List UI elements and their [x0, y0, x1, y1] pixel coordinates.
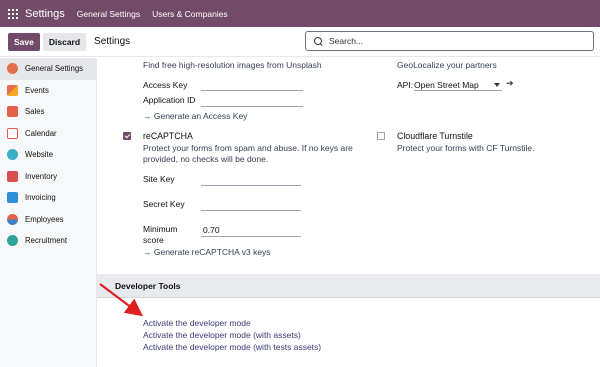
application-id-label: Application ID [143, 95, 196, 105]
sidebar-item-website[interactable]: Website [0, 144, 96, 166]
recaptcha-description-line2: provided, no checks will be done. [143, 154, 269, 164]
page-title: Settings [94, 36, 131, 47]
generate-access-key-link[interactable]: → Generate an Access Key [143, 111, 247, 121]
apps-grid-icon[interactable] [8, 8, 18, 19]
nav-users-companies[interactable]: Users & Companies [152, 9, 228, 19]
sidebar-item-general-settings[interactable]: General Settings [0, 58, 96, 80]
generate-recaptcha-keys-link[interactable]: → Generate reCAPTCHA v3 keys [143, 247, 271, 257]
access-key-label: Access Key [143, 80, 188, 90]
activate-developer-mode-assets-link[interactable]: Activate the developer mode (with assets… [143, 330, 301, 340]
inventory-icon [7, 170, 18, 182]
sidebar-item-label: Recruitment [25, 236, 68, 246]
recaptcha-title: reCAPTCHA [143, 131, 193, 141]
turnstile-checkbox[interactable] [377, 132, 385, 140]
top-navbar: Settings General Settings Users & Compan… [0, 0, 600, 27]
save-button[interactable]: Save [8, 32, 40, 51]
activate-developer-mode-tests-assets-link[interactable]: Activate the developer mode (with tests … [143, 342, 321, 352]
recaptcha-checkbox[interactable] [123, 132, 131, 140]
sidebar-item-label: Events [25, 85, 49, 95]
api-label: API: [397, 80, 414, 90]
sidebar-item-sales[interactable]: Sales [0, 101, 96, 123]
access-key-input[interactable] [201, 90, 303, 91]
search-placeholder: Search... [329, 36, 364, 46]
app-title[interactable]: Settings [25, 8, 65, 20]
sidebar-item-label: Sales [25, 107, 45, 117]
employees-icon [7, 213, 18, 225]
secret-key-label: Secret Key [143, 199, 185, 209]
sales-icon [7, 106, 18, 118]
general-settings-icon [7, 63, 18, 75]
sidebar-item-inventory[interactable]: Inventory [0, 166, 96, 188]
sidebar-item-label: Calendar [25, 128, 57, 138]
settings-main: Find free high-resolution images from Un… [97, 58, 600, 367]
turnstile-description: Protect your forms with CF Turnstile. [397, 143, 535, 153]
sidebar-item-recruitment[interactable]: Recruitment [0, 230, 96, 252]
application-id-input[interactable] [201, 106, 303, 107]
arrow-right-icon[interactable]: ➔ [506, 78, 514, 89]
developer-tools-title: Developer Tools [115, 281, 181, 291]
chevron-down-icon[interactable] [494, 83, 500, 87]
recruitment-icon [7, 235, 18, 247]
minimum-score-underline [201, 236, 301, 237]
turnstile-title: Cloudflare Turnstile [397, 131, 473, 141]
calendar-icon [7, 127, 18, 139]
minimum-score-label-1: Minimum [143, 224, 178, 234]
sidebar-item-label: Inventory [25, 171, 58, 181]
sidebar-item-label: Employees [25, 214, 64, 224]
discard-button[interactable]: Discard [42, 32, 87, 51]
search-input[interactable]: Search... [305, 31, 594, 51]
activate-developer-mode-link[interactable]: Activate the developer mode [143, 318, 251, 328]
geo-description: GeoLocalize your partners [397, 60, 497, 70]
invoicing-icon [7, 192, 18, 204]
settings-sidebar: General Settings Events Sales Calendar W… [0, 58, 97, 367]
search-icon [314, 36, 323, 46]
sidebar-item-label: General Settings [25, 64, 84, 74]
api-select-value[interactable]: Open Street Map [414, 80, 479, 90]
sidebar-item-events[interactable]: Events [0, 80, 96, 102]
sidebar-item-employees[interactable]: Employees [0, 209, 96, 231]
sidebar-item-label: Invoicing [25, 193, 56, 203]
site-key-input[interactable] [201, 185, 301, 186]
website-icon [7, 149, 18, 161]
minimum-score-label-2: score [143, 235, 164, 245]
api-select-underline [414, 90, 502, 91]
site-key-label: Site Key [143, 174, 175, 184]
sidebar-item-label: Website [25, 150, 54, 160]
nav-general-settings[interactable]: General Settings [77, 9, 140, 19]
secret-key-input[interactable] [201, 210, 301, 211]
recaptcha-description-line1: Protect your forms from spam and abuse. … [143, 143, 353, 153]
sidebar-item-calendar[interactable]: Calendar [0, 123, 96, 145]
sidebar-item-invoicing[interactable]: Invoicing [0, 187, 96, 209]
developer-tools-header: Developer Tools [97, 274, 600, 298]
events-icon [7, 84, 18, 96]
unsplash-description: Find free high-resolution images from Un… [143, 60, 322, 70]
minimum-score-input[interactable]: 0.70 [203, 225, 220, 235]
